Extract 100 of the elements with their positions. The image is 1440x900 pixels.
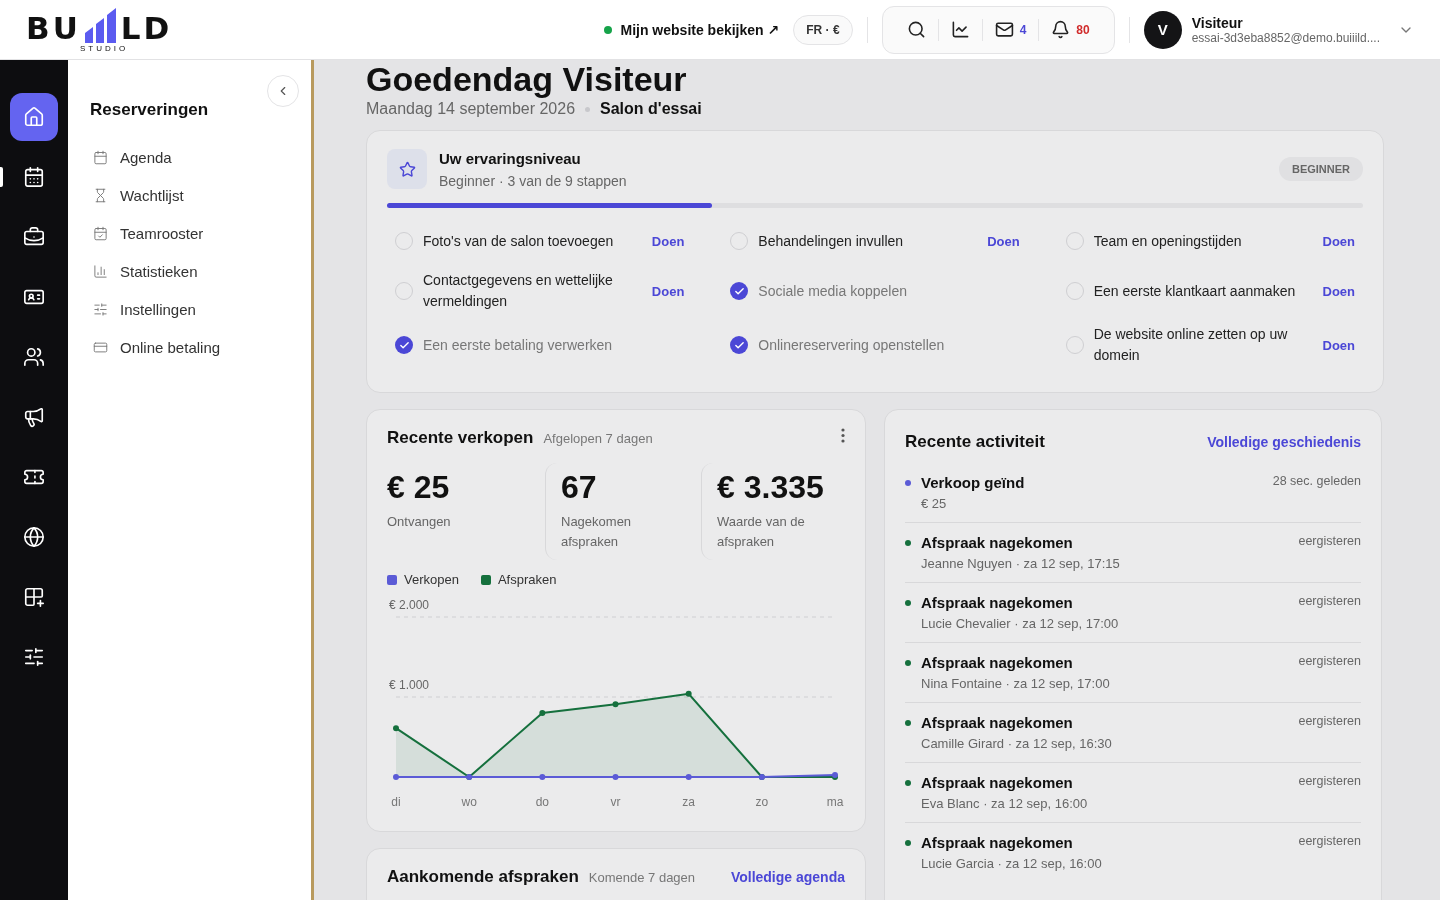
full-agenda-link[interactable]: Volledige agenda [730, 869, 845, 885]
user-email: essai-3d3eba8852@demo.buiiild.... [1191, 30, 1380, 45]
sidebar-item[interactable]: Wachtlijst [90, 176, 289, 214]
more-button[interactable] [841, 428, 845, 443]
megaphone-icon [23, 406, 45, 428]
activity-title: Afspraak nagekomen [921, 714, 1074, 731]
check-icon [398, 339, 410, 351]
sidebar-title: Reserveringen [90, 100, 210, 120]
sliders-icon [93, 301, 108, 317]
axis-label: ma [826, 795, 844, 809]
sidebar-item[interactable]: Instellingen [90, 290, 289, 328]
bar-chart-icon [93, 263, 108, 279]
view-website-link[interactable]: Mijn website bekijken ↗ [604, 21, 780, 38]
sliders-icon [23, 646, 45, 668]
activity-time: eergisteren [1298, 714, 1361, 730]
briefcase-icon [23, 226, 45, 248]
step-label: Een eerste betaling verwerken [423, 335, 614, 355]
stat-value: € 3.335 [717, 469, 825, 506]
period-text: Afgelopen 7 dagen [543, 431, 653, 446]
activity-detail: Lucie Chevalier · za 12 sep, 17:00 [921, 616, 1120, 631]
axis-label: € 2.000 [389, 598, 430, 612]
activity-time: eergisteren [1298, 654, 1361, 670]
check-icon [733, 285, 745, 297]
home-icon [23, 106, 45, 128]
mail-icon [994, 20, 1014, 39]
stat-value: € 25 [387, 469, 451, 506]
step-checkbox[interactable] [395, 336, 413, 354]
do-link[interactable]: Doen [1322, 337, 1355, 353]
globe-icon [23, 526, 45, 548]
date-text: Maandag 14 september 2026 [366, 100, 576, 118]
do-link[interactable]: Doen [1322, 283, 1355, 299]
activity-detail: Lucie Garcia · za 12 sep, 16:00 [921, 856, 1103, 871]
step-label: Een eerste klantkaart aanmaken [1093, 281, 1297, 301]
salon-name: Salon d'essai [600, 100, 702, 118]
axis-label: di [391, 795, 401, 809]
axis-label: vr [610, 795, 621, 809]
user-name: Visiteur [1191, 14, 1244, 31]
greeting-heading: Goedendag Visiteur [366, 60, 688, 98]
full-history-link[interactable]: Volledige geschiedenis [1207, 434, 1361, 450]
calendar-icon [93, 225, 108, 241]
sidebar-item[interactable]: Agenda [90, 138, 289, 176]
activity-detail: Camille Girard · za 12 sep, 16:30 [921, 736, 1113, 751]
step-label: Team en openingstijden [1093, 231, 1243, 251]
activity-detail: Jeanne Nguyen · za 12 sep, 17:15 [921, 556, 1121, 571]
axis-label: € 1.000 [389, 678, 430, 692]
activity-detail: Nina Fontaine · za 12 sep, 17:00 [921, 676, 1111, 691]
logo-text: BU [26, 12, 81, 43]
notifications-button[interactable]: 80 [1039, 14, 1102, 45]
check-icon [733, 339, 745, 351]
sidebar-item[interactable]: Online betaling [90, 328, 289, 366]
hourglass-icon [93, 187, 108, 203]
step-label: Onlinereservering openstellen [758, 335, 946, 355]
do-link[interactable]: Doen [651, 283, 685, 299]
logo-tagline: STUDIO [80, 43, 129, 53]
credit-card-icon [93, 339, 108, 355]
do-link[interactable]: Doen [987, 233, 1020, 249]
activity-time: eergisteren [1298, 594, 1361, 610]
activity-title: Afspraak nagekomen [921, 774, 1074, 791]
activity-time: 28 sec. geleden [1272, 474, 1361, 490]
activity-detail: Eva Blanc · za 12 sep, 16:00 [921, 796, 1089, 811]
step-checkbox[interactable] [730, 336, 749, 354]
activity-time: eergisteren [1298, 774, 1361, 790]
card-title: Recente activiteit [905, 432, 1045, 451]
step-label: Foto's van de salon toevoegen [423, 231, 615, 251]
card-title: Recente verkopen [387, 428, 534, 447]
card-title: Uw ervaringsniveau [439, 149, 582, 167]
activity-time: eergisteren [1298, 834, 1361, 850]
nav-home-button[interactable] [10, 93, 58, 141]
calendar-icon [93, 149, 108, 165]
stat-label: Ontvangen [387, 513, 452, 531]
star-icon [398, 160, 416, 178]
bars-logo-icon [82, 6, 119, 43]
more-icon [841, 428, 845, 443]
step-label: De website online zetten op uw domein [1093, 325, 1289, 365]
sidebar-item[interactable]: Teamrooster [90, 214, 289, 252]
axis-label: do [535, 795, 549, 809]
card-subtitle: Beginner · 3 van de 9 stappen [439, 172, 627, 189]
step-label: Contactgegevens en wettelijke vermeldingen [423, 271, 614, 311]
step-label: Behandelingen invullen [758, 231, 905, 251]
bell-icon [1051, 20, 1071, 39]
sidebar-item[interactable]: Statistieken [90, 252, 289, 290]
messages-button[interactable]: 4 [982, 14, 1039, 45]
do-link[interactable]: Doen [1322, 233, 1355, 249]
step-label: Sociale media koppelen [758, 281, 908, 301]
user-avatar[interactable]: V [1143, 10, 1182, 49]
period-text: Komende 7 dagen [588, 870, 696, 885]
grid-plus-icon [23, 586, 45, 608]
legend-item: Afspraken [480, 572, 557, 587]
activity-title: Verkoop geïnd [921, 474, 1026, 491]
line-chart-icon [950, 20, 970, 39]
axis-label: za [682, 795, 695, 809]
stat-value: 67 [561, 469, 598, 506]
axis-label: wo [461, 795, 477, 809]
activity-title: Afspraak nagekomen [921, 834, 1074, 851]
locale-button[interactable]: FR · € [793, 14, 853, 45]
do-link[interactable]: Doen [651, 233, 685, 249]
activity-time: eergisteren [1298, 534, 1361, 550]
stat-label: Nagekomen afspraken [561, 513, 633, 551]
calendar-icon [23, 166, 45, 188]
step-checkbox[interactable] [730, 282, 749, 300]
